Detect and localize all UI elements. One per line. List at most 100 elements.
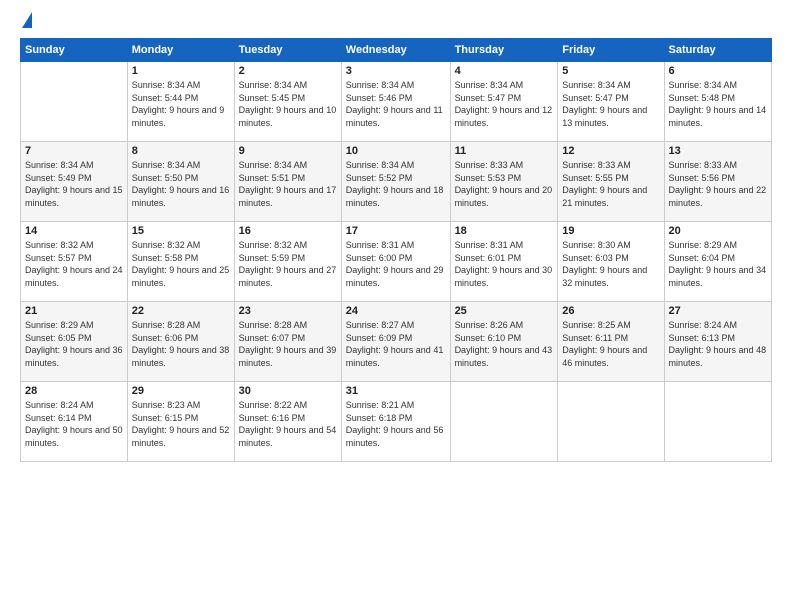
day-info: Sunrise: 8:31 AM Sunset: 6:00 PM Dayligh… (346, 239, 446, 289)
day-number: 27 (669, 305, 767, 317)
header-wednesday: Wednesday (341, 39, 450, 62)
header-monday: Monday (127, 39, 234, 62)
day-number: 5 (562, 65, 659, 77)
day-info: Sunrise: 8:29 AM Sunset: 6:04 PM Dayligh… (669, 239, 767, 289)
day-info: Sunrise: 8:32 AM Sunset: 5:58 PM Dayligh… (132, 239, 230, 289)
header (20, 16, 772, 28)
day-number: 20 (669, 225, 767, 237)
calendar-cell: 29 Sunrise: 8:23 AM Sunset: 6:15 PM Dayli… (127, 382, 234, 462)
day-info: Sunrise: 8:34 AM Sunset: 5:44 PM Dayligh… (132, 79, 230, 129)
day-info: Sunrise: 8:22 AM Sunset: 6:16 PM Dayligh… (239, 399, 337, 449)
day-info: Sunrise: 8:33 AM Sunset: 5:55 PM Dayligh… (562, 159, 659, 209)
calendar-cell (450, 382, 558, 462)
day-info: Sunrise: 8:34 AM Sunset: 5:52 PM Dayligh… (346, 159, 446, 209)
day-info: Sunrise: 8:28 AM Sunset: 6:07 PM Dayligh… (239, 319, 337, 369)
calendar-cell: 14 Sunrise: 8:32 AM Sunset: 5:57 PM Dayli… (21, 222, 128, 302)
day-info: Sunrise: 8:34 AM Sunset: 5:47 PM Dayligh… (455, 79, 554, 129)
day-info: Sunrise: 8:34 AM Sunset: 5:47 PM Dayligh… (562, 79, 659, 129)
day-info: Sunrise: 8:33 AM Sunset: 5:56 PM Dayligh… (669, 159, 767, 209)
calendar-cell: 10 Sunrise: 8:34 AM Sunset: 5:52 PM Dayli… (341, 142, 450, 222)
day-number: 15 (132, 225, 230, 237)
day-info: Sunrise: 8:32 AM Sunset: 5:57 PM Dayligh… (25, 239, 123, 289)
day-number: 30 (239, 385, 337, 397)
day-number: 11 (455, 145, 554, 157)
calendar-cell: 18 Sunrise: 8:31 AM Sunset: 6:01 PM Dayli… (450, 222, 558, 302)
day-info: Sunrise: 8:34 AM Sunset: 5:48 PM Dayligh… (669, 79, 767, 129)
day-info: Sunrise: 8:34 AM Sunset: 5:49 PM Dayligh… (25, 159, 123, 209)
day-info: Sunrise: 8:33 AM Sunset: 5:53 PM Dayligh… (455, 159, 554, 209)
calendar-cell: 26 Sunrise: 8:25 AM Sunset: 6:11 PM Dayli… (558, 302, 664, 382)
day-info: Sunrise: 8:32 AM Sunset: 5:59 PM Dayligh… (239, 239, 337, 289)
calendar-cell: 11 Sunrise: 8:33 AM Sunset: 5:53 PM Dayli… (450, 142, 558, 222)
day-number: 24 (346, 305, 446, 317)
day-number: 17 (346, 225, 446, 237)
day-number: 16 (239, 225, 337, 237)
day-number: 14 (25, 225, 123, 237)
calendar-cell: 5 Sunrise: 8:34 AM Sunset: 5:47 PM Daylig… (558, 62, 664, 142)
calendar-cell: 16 Sunrise: 8:32 AM Sunset: 5:59 PM Dayli… (234, 222, 341, 302)
day-info: Sunrise: 8:34 AM Sunset: 5:51 PM Dayligh… (239, 159, 337, 209)
logo (20, 16, 32, 28)
calendar-cell: 2 Sunrise: 8:34 AM Sunset: 5:45 PM Daylig… (234, 62, 341, 142)
day-number: 1 (132, 65, 230, 77)
calendar: Sunday Monday Tuesday Wednesday Thursday… (20, 38, 772, 462)
calendar-cell: 20 Sunrise: 8:29 AM Sunset: 6:04 PM Dayli… (664, 222, 771, 302)
day-number: 2 (239, 65, 337, 77)
calendar-cell: 27 Sunrise: 8:24 AM Sunset: 6:13 PM Dayli… (664, 302, 771, 382)
day-info: Sunrise: 8:34 AM Sunset: 5:50 PM Dayligh… (132, 159, 230, 209)
calendar-cell: 13 Sunrise: 8:33 AM Sunset: 5:56 PM Dayli… (664, 142, 771, 222)
calendar-cell (21, 62, 128, 142)
day-info: Sunrise: 8:24 AM Sunset: 6:13 PM Dayligh… (669, 319, 767, 369)
calendar-cell: 1 Sunrise: 8:34 AM Sunset: 5:44 PM Daylig… (127, 62, 234, 142)
header-saturday: Saturday (664, 39, 771, 62)
calendar-cell: 7 Sunrise: 8:34 AM Sunset: 5:49 PM Daylig… (21, 142, 128, 222)
day-info: Sunrise: 8:24 AM Sunset: 6:14 PM Dayligh… (25, 399, 123, 449)
calendar-cell: 3Sunrise: 8:34 AM Sunset: 5:46 PM Daylig… (341, 62, 450, 142)
day-number: 26 (562, 305, 659, 317)
calendar-cell: 23 Sunrise: 8:28 AM Sunset: 6:07 PM Dayli… (234, 302, 341, 382)
day-number: 6 (669, 65, 767, 77)
calendar-cell: 17 Sunrise: 8:31 AM Sunset: 6:00 PM Dayli… (341, 222, 450, 302)
day-number: 25 (455, 305, 554, 317)
day-info: Sunrise: 8:27 AM Sunset: 6:09 PM Dayligh… (346, 319, 446, 369)
day-info: Sunrise: 8:30 AM Sunset: 6:03 PM Dayligh… (562, 239, 659, 289)
days-header-row: Sunday Monday Tuesday Wednesday Thursday… (21, 39, 772, 62)
header-tuesday: Tuesday (234, 39, 341, 62)
day-number: 9 (239, 145, 337, 157)
day-info: Sunrise: 8:25 AM Sunset: 6:11 PM Dayligh… (562, 319, 659, 369)
calendar-cell: 9 Sunrise: 8:34 AM Sunset: 5:51 PM Daylig… (234, 142, 341, 222)
header-sunday: Sunday (21, 39, 128, 62)
day-number: 29 (132, 385, 230, 397)
day-number: 12 (562, 145, 659, 157)
header-thursday: Thursday (450, 39, 558, 62)
calendar-cell: 15 Sunrise: 8:32 AM Sunset: 5:58 PM Dayli… (127, 222, 234, 302)
calendar-cell: 25 Sunrise: 8:26 AM Sunset: 6:10 PM Dayli… (450, 302, 558, 382)
day-number: 19 (562, 225, 659, 237)
calendar-cell: 12 Sunrise: 8:33 AM Sunset: 5:55 PM Dayli… (558, 142, 664, 222)
day-info: Sunrise: 8:34 AM Sunset: 5:45 PM Dayligh… (239, 79, 337, 129)
day-number: 21 (25, 305, 123, 317)
calendar-cell: 31 Sunrise: 8:21 AM Sunset: 6:18 PM Dayli… (341, 382, 450, 462)
day-number: 13 (669, 145, 767, 157)
calendar-cell: 30 Sunrise: 8:22 AM Sunset: 6:16 PM Dayli… (234, 382, 341, 462)
day-number: 8 (132, 145, 230, 157)
day-number: 7 (25, 145, 123, 157)
day-number: 22 (132, 305, 230, 317)
day-number: 10 (346, 145, 446, 157)
day-info: Sunrise: 8:26 AM Sunset: 6:10 PM Dayligh… (455, 319, 554, 369)
day-info: Sunrise: 8:31 AM Sunset: 6:01 PM Dayligh… (455, 239, 554, 289)
day-info: Sunrise: 8:34 AM Sunset: 5:46 PM Dayligh… (346, 79, 446, 129)
calendar-cell: 22Sunrise: 8:28 AM Sunset: 6:06 PM Dayli… (127, 302, 234, 382)
day-info: Sunrise: 8:23 AM Sunset: 6:15 PM Dayligh… (132, 399, 230, 449)
day-number: 31 (346, 385, 446, 397)
calendar-cell (558, 382, 664, 462)
day-number: 28 (25, 385, 123, 397)
day-number: 18 (455, 225, 554, 237)
day-info: Sunrise: 8:21 AM Sunset: 6:18 PM Dayligh… (346, 399, 446, 449)
day-number: 4 (455, 65, 554, 77)
calendar-cell: 19 Sunrise: 8:30 AM Sunset: 6:03 PM Dayli… (558, 222, 664, 302)
day-number: 23 (239, 305, 337, 317)
header-friday: Friday (558, 39, 664, 62)
day-info: Sunrise: 8:29 AM Sunset: 6:05 PM Dayligh… (25, 319, 123, 369)
calendar-cell: 8 Sunrise: 8:34 AM Sunset: 5:50 PM Daylig… (127, 142, 234, 222)
